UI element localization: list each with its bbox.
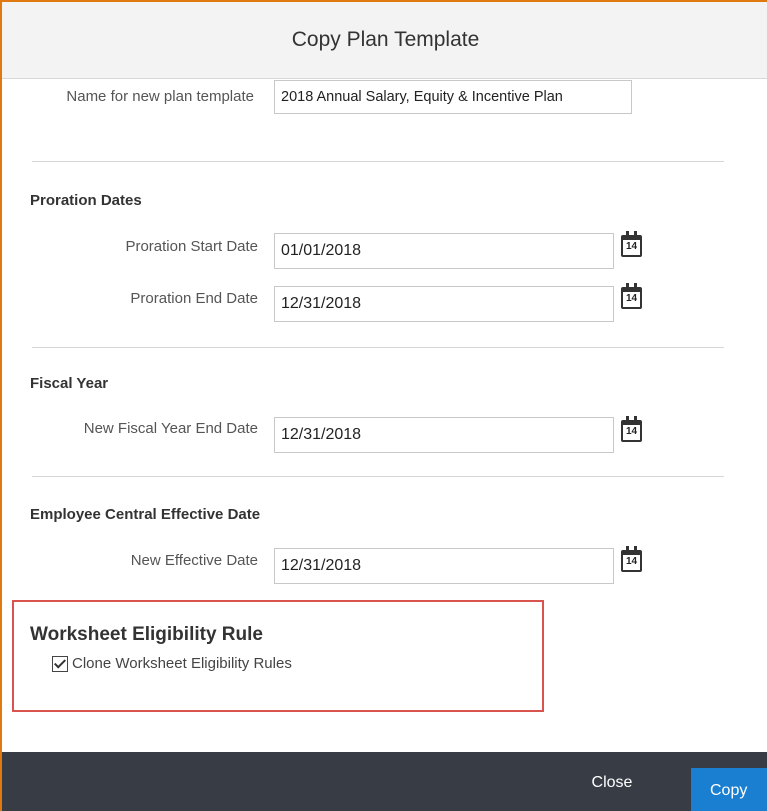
proration-end-input[interactable] [274,286,614,322]
effective-date-label: New Effective Date [130,552,258,569]
calendar-icon[interactable]: 14 [621,231,642,257]
clone-eligibility-checkbox[interactable] [52,656,68,672]
proration-section-title: Proration Dates [30,192,142,209]
proration-start-input[interactable] [274,233,614,269]
eligibility-section-title: Worksheet Eligibility Rule [30,624,263,645]
calendar-icon[interactable]: 14 [621,283,642,309]
plan-name-input[interactable] [274,80,632,114]
dialog-title: Copy Plan Template [291,28,480,51]
copy-button[interactable]: Copy [691,768,767,811]
divider [32,161,724,162]
divider [32,347,724,348]
ec-section-title: Employee Central Effective Date [30,506,261,523]
close-button[interactable]: Close [567,768,657,798]
fiscal-year-label: New Fiscal Year End Date [83,420,258,437]
name-field-label: Name for new plan template [66,88,254,105]
clone-eligibility-label[interactable]: Clone Worksheet Eligibility Rules [72,655,292,672]
copy-plan-template-dialog: Copy Plan Template Name for new plan tem… [0,0,767,811]
fiscal-section-title: Fiscal Year [30,375,109,392]
calendar-icon[interactable]: 14 [621,416,642,442]
proration-end-label: Proration End Date [130,290,258,307]
calendar-icon[interactable]: 14 [621,546,642,572]
dialog-header: Copy Plan Template [2,2,767,79]
effective-date-input[interactable] [274,548,614,584]
fiscal-year-input[interactable] [274,417,614,453]
divider [32,476,724,477]
proration-start-label: Proration Start Date [125,238,258,255]
